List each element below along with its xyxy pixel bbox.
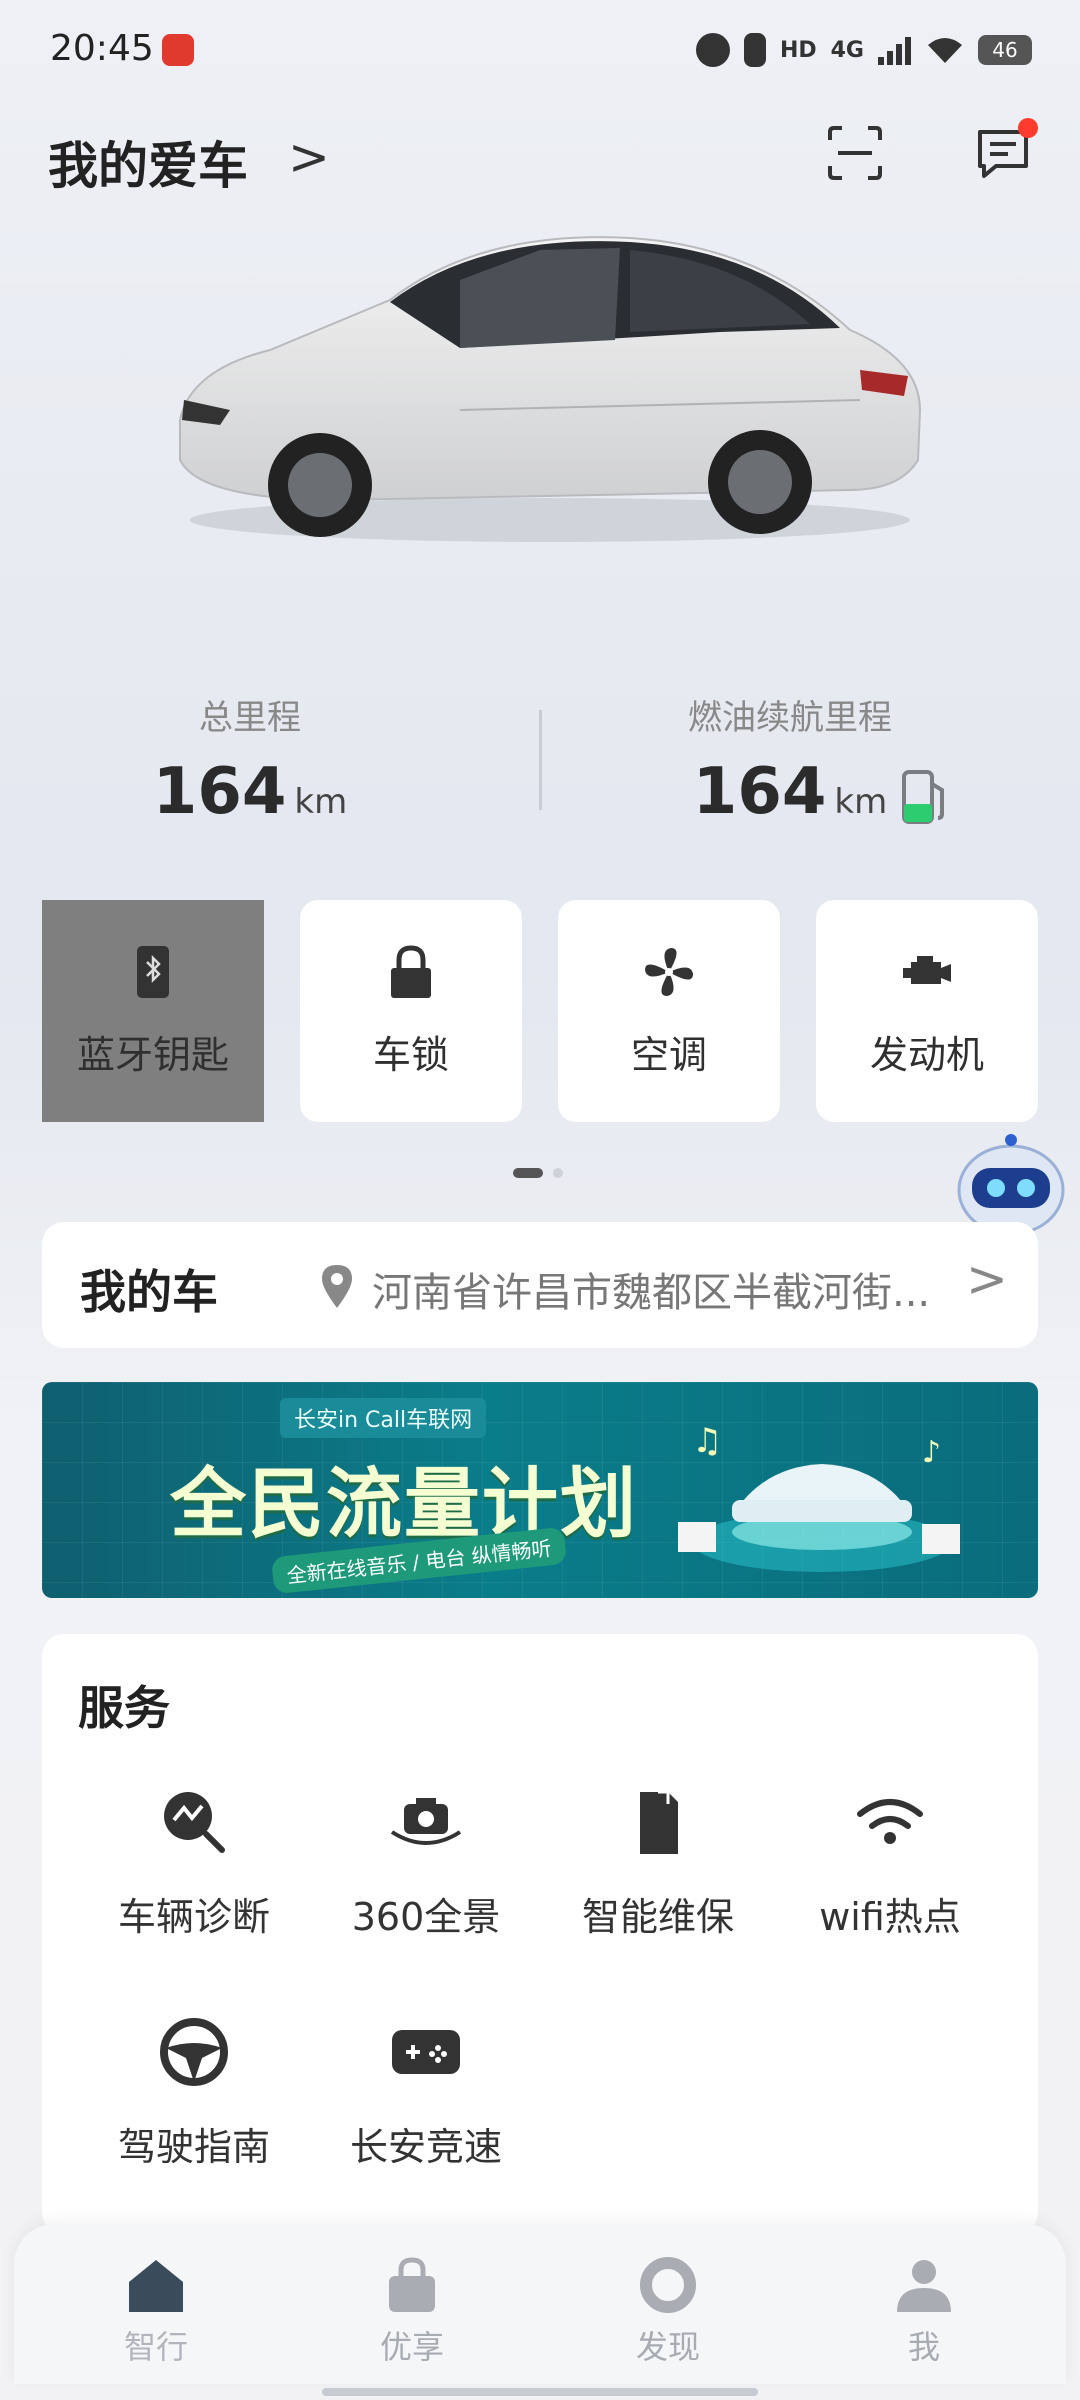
promo-banner[interactable]: 长安in Call车联网 全民流量计划 全新在线音乐 / 电台 纵情畅听 ♫ ♪ xyxy=(42,1382,1038,1598)
banner-headline: 全民流量计划 xyxy=(170,1459,638,1548)
signal-icon xyxy=(878,37,911,65)
control-lock[interactable]: 车锁 xyxy=(300,900,522,1122)
chevron-right-icon[interactable]: > xyxy=(288,128,330,186)
netease-music-icon xyxy=(162,34,194,66)
total-mileage: 总里程 164 km xyxy=(0,690,500,829)
tab-label: 优享 xyxy=(379,2328,444,2366)
control-bluetooth-key[interactable]: 蓝牙钥匙 xyxy=(42,900,264,1122)
camera-360-icon xyxy=(390,1798,462,1845)
total-mileage-label: 总里程 xyxy=(199,698,301,738)
status-time: 20:45 xyxy=(50,28,154,69)
page-title[interactable]: 我的爱车 xyxy=(48,126,248,198)
home-icon xyxy=(129,2260,183,2312)
page-indicator xyxy=(513,1168,567,1178)
maintenance-icon xyxy=(640,1790,678,1854)
services-title: 服务 xyxy=(78,1681,170,1735)
total-mileage-unit: km xyxy=(294,782,348,822)
my-car-location[interactable]: 我的车 河南省许昌市魏都区半截河街... > xyxy=(42,1222,1038,1348)
banner-tag: 长安in Call车联网 xyxy=(280,1398,487,1438)
service-label: 360全景 xyxy=(351,1895,501,1939)
svg-text:♫: ♫ xyxy=(692,1421,722,1461)
scan-icon[interactable] xyxy=(826,124,884,182)
service-wifi[interactable]: wifi热点 xyxy=(774,1784,1006,1941)
service-label: 车辆诊断 xyxy=(117,1895,270,1939)
fuel-pump-icon xyxy=(902,770,944,824)
message-button[interactable] xyxy=(974,118,1038,182)
service-label: wifi热点 xyxy=(819,1895,961,1939)
service-360[interactable]: 360全景 xyxy=(310,1784,542,1941)
wifi-icon xyxy=(928,38,962,63)
tab-label: 我 xyxy=(907,2328,940,2366)
my-car-title: 我的车 xyxy=(80,1265,218,1319)
banner-car-illustration: ♫ ♪ xyxy=(678,1421,960,1572)
fuel-range: 燃油续航里程 164 km xyxy=(540,690,1040,829)
gamepad-icon xyxy=(392,2030,460,2074)
tab-label: 发现 xyxy=(635,2328,700,2366)
fan-icon xyxy=(645,947,693,996)
chevron-right-icon: > xyxy=(966,1250,1008,1308)
status-bar: 20:45 HD 4G 46 xyxy=(0,0,1080,100)
battery-icon: 46 xyxy=(978,35,1032,65)
bag-icon xyxy=(389,2257,435,2312)
steering-wheel-icon xyxy=(160,2018,228,2086)
discover-icon xyxy=(640,2257,696,2313)
control-ac[interactable]: 空调 xyxy=(558,900,780,1122)
mileage-stats: 总里程 164 km 燃油续航里程 164 km xyxy=(0,690,1080,830)
bottom-navigation: 智行 优享 发现 我 xyxy=(14,2224,1066,2384)
wifi-hotspot-icon xyxy=(857,1799,923,1844)
service-maintenance[interactable]: 智能维保 xyxy=(542,1784,774,1941)
tab-discover[interactable]: 发现 xyxy=(598,2254,738,2368)
car-address: 河南省许昌市魏都区半截河街... xyxy=(372,1270,931,1316)
network-type: 4G xyxy=(830,37,864,63)
alarm-icon xyxy=(695,33,730,67)
car-image[interactable] xyxy=(160,220,940,560)
header: 我的爱车 > xyxy=(48,118,1038,195)
control-label: 蓝牙钥匙 xyxy=(76,1032,229,1077)
service-diagnosis[interactable]: 车辆诊断 xyxy=(78,1784,310,1941)
home-indicator xyxy=(322,2388,758,2396)
service-label: 驾驶指南 xyxy=(117,2125,270,2169)
fuel-range-unit: km xyxy=(834,782,888,822)
fuel-range-value: 164 xyxy=(692,755,827,829)
bluetooth-key-icon xyxy=(137,945,169,998)
hd-icon: HD xyxy=(779,37,817,63)
engine-icon xyxy=(903,955,951,984)
tab-benefits[interactable]: 优享 xyxy=(342,2254,482,2368)
control-label: 空调 xyxy=(630,1032,707,1077)
page-dot-active xyxy=(513,1168,543,1178)
vibrate-icon xyxy=(743,33,766,67)
tab-label: 智行 xyxy=(123,2328,188,2366)
service-racing[interactable]: 长安竞速 xyxy=(310,2014,542,2171)
control-engine[interactable]: 发动机 xyxy=(816,900,1038,1122)
tab-home[interactable]: 智行 xyxy=(86,2254,226,2368)
service-label: 智能维保 xyxy=(581,1895,734,1939)
quick-controls: 蓝牙钥匙 车锁 空调 发动机 xyxy=(42,900,1038,1122)
control-label: 发动机 xyxy=(869,1032,984,1077)
fuel-range-label: 燃油续航里程 xyxy=(688,698,892,738)
control-label: 车锁 xyxy=(372,1032,449,1077)
lock-icon xyxy=(391,944,431,998)
profile-icon xyxy=(897,2260,951,2312)
unread-badge xyxy=(1018,118,1038,138)
total-mileage-value: 164 xyxy=(152,755,287,829)
svg-text:♪: ♪ xyxy=(922,1435,941,1470)
diagnosis-icon xyxy=(164,1792,225,1853)
service-label: 长安竞速 xyxy=(349,2125,502,2169)
tab-profile[interactable]: 我 xyxy=(854,2254,994,2368)
status-icons: HD 4G 46 xyxy=(695,30,1032,70)
services-card: 服务 车辆诊断 360全景 智能维保 wifi热点 驾驶指南 长安竞速 xyxy=(42,1634,1038,2234)
page-dot xyxy=(553,1168,563,1178)
location-pin-icon xyxy=(322,1265,352,1308)
service-driving-guide[interactable]: 驾驶指南 xyxy=(78,2014,310,2171)
